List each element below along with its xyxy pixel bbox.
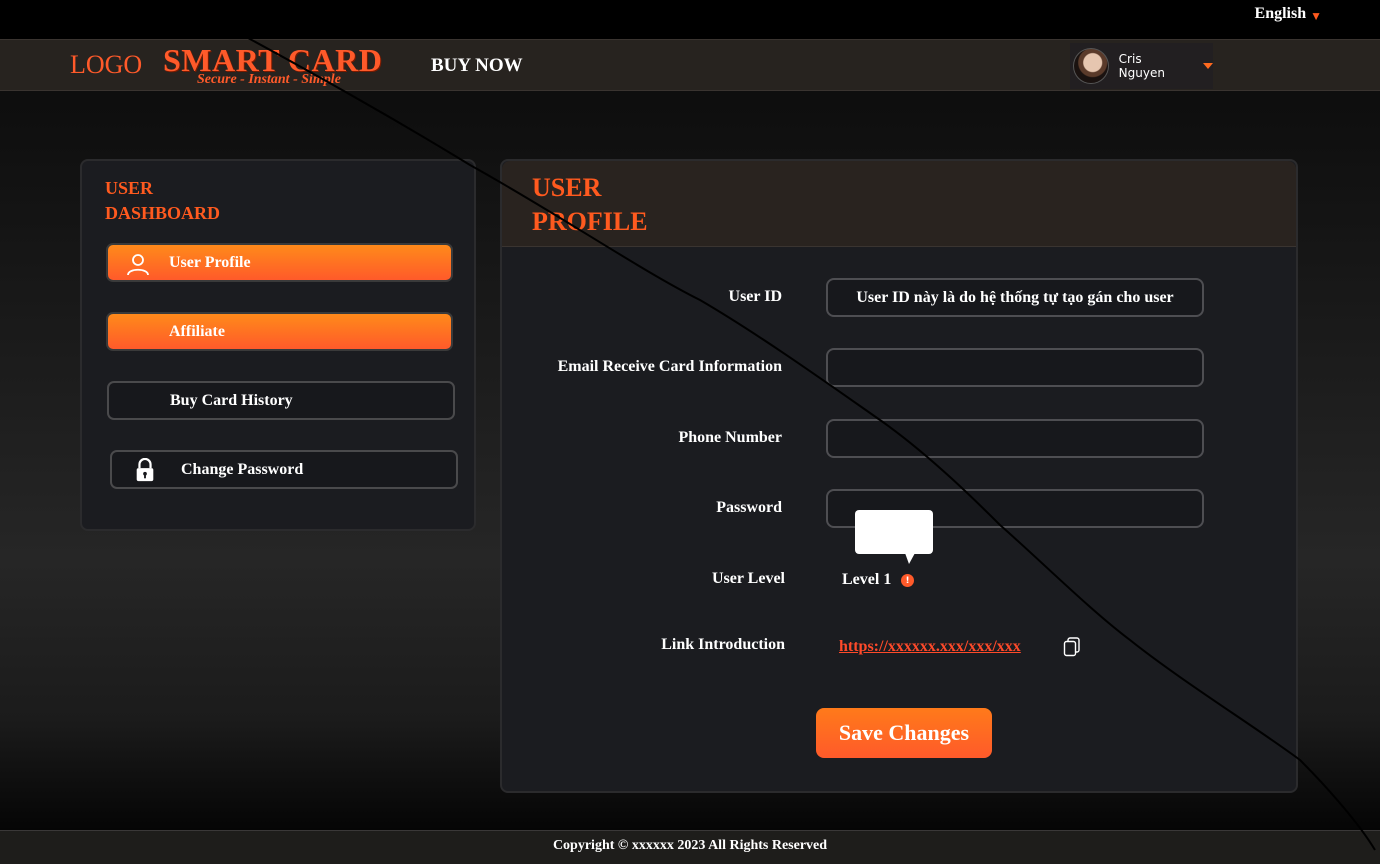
- sidebar: USER DASHBOARD User Profile Affiliate Bu…: [80, 159, 476, 531]
- copy-icon[interactable]: [1063, 637, 1081, 657]
- user-level-value: Level 1: [842, 571, 892, 588]
- link-introduction-label: Link Introduction: [661, 636, 785, 653]
- logo[interactable]: LOGO: [70, 50, 142, 80]
- user-icon: [127, 254, 149, 276]
- sidebar-item-label: Change Password: [181, 460, 304, 478]
- user-id-label: User ID: [728, 288, 782, 305]
- chevron-down-icon: [1203, 63, 1213, 69]
- save-changes-button[interactable]: Save Changes: [816, 708, 992, 758]
- password-label: Password: [716, 499, 782, 516]
- phone-label: Phone Number: [678, 429, 782, 446]
- sidebar-item-buy-card-history[interactable]: Buy Card History: [107, 381, 455, 420]
- chevron-down-icon: ▼: [1310, 9, 1322, 23]
- panel-header: USER PROFILE: [502, 161, 1296, 247]
- language-selector[interactable]: English ▼: [1255, 4, 1322, 24]
- email-label: Email Receive Card Information: [557, 358, 782, 375]
- avatar: [1073, 48, 1109, 84]
- user-profile-panel: USER PROFILE User ID User ID này là do h…: [500, 159, 1298, 793]
- top-bar: English ▼: [0, 0, 1380, 39]
- brand[interactable]: SMART CARD Secure - Instant - Simple: [163, 42, 382, 88]
- sidebar-item-label: User Profile: [169, 253, 251, 271]
- phone-field[interactable]: [826, 419, 1204, 458]
- user-name: Cris Nguyen: [1118, 52, 1165, 80]
- sidebar-item-user-profile[interactable]: User Profile: [106, 243, 453, 282]
- lock-icon: [136, 458, 154, 482]
- language-label: English: [1254, 5, 1307, 22]
- user-id-field: User ID này là do hệ thống tự tạo gán ch…: [826, 278, 1204, 317]
- info-icon[interactable]: !: [901, 574, 914, 587]
- user-menu[interactable]: Cris Nguyen: [1070, 43, 1213, 89]
- copyright-text: Copyright © xxxxxx 2023 All Rights Reser…: [552, 838, 828, 853]
- sidebar-item-label: Affiliate: [169, 322, 225, 340]
- email-field[interactable]: [826, 348, 1204, 387]
- footer: Copyright © xxxxxx 2023 All Rights Reser…: [0, 830, 1380, 864]
- level-tooltip: [855, 510, 933, 564]
- introduction-link[interactable]: https://xxxxxx.xxx/xxx/xxx: [839, 638, 1021, 656]
- sidebar-item-affiliate[interactable]: Affiliate: [106, 312, 453, 351]
- page-title: USER PROFILE: [532, 173, 648, 236]
- buy-now-link[interactable]: BUY NOW: [431, 55, 523, 77]
- site-header: LOGO SMART CARD Secure - Instant - Simpl…: [0, 39, 1380, 91]
- user-level-label: User Level: [711, 570, 785, 587]
- sidebar-item-change-password[interactable]: Change Password: [110, 450, 458, 489]
- sidebar-title: USER DASHBOARD: [105, 178, 221, 223]
- sidebar-item-label: Buy Card History: [170, 391, 293, 409]
